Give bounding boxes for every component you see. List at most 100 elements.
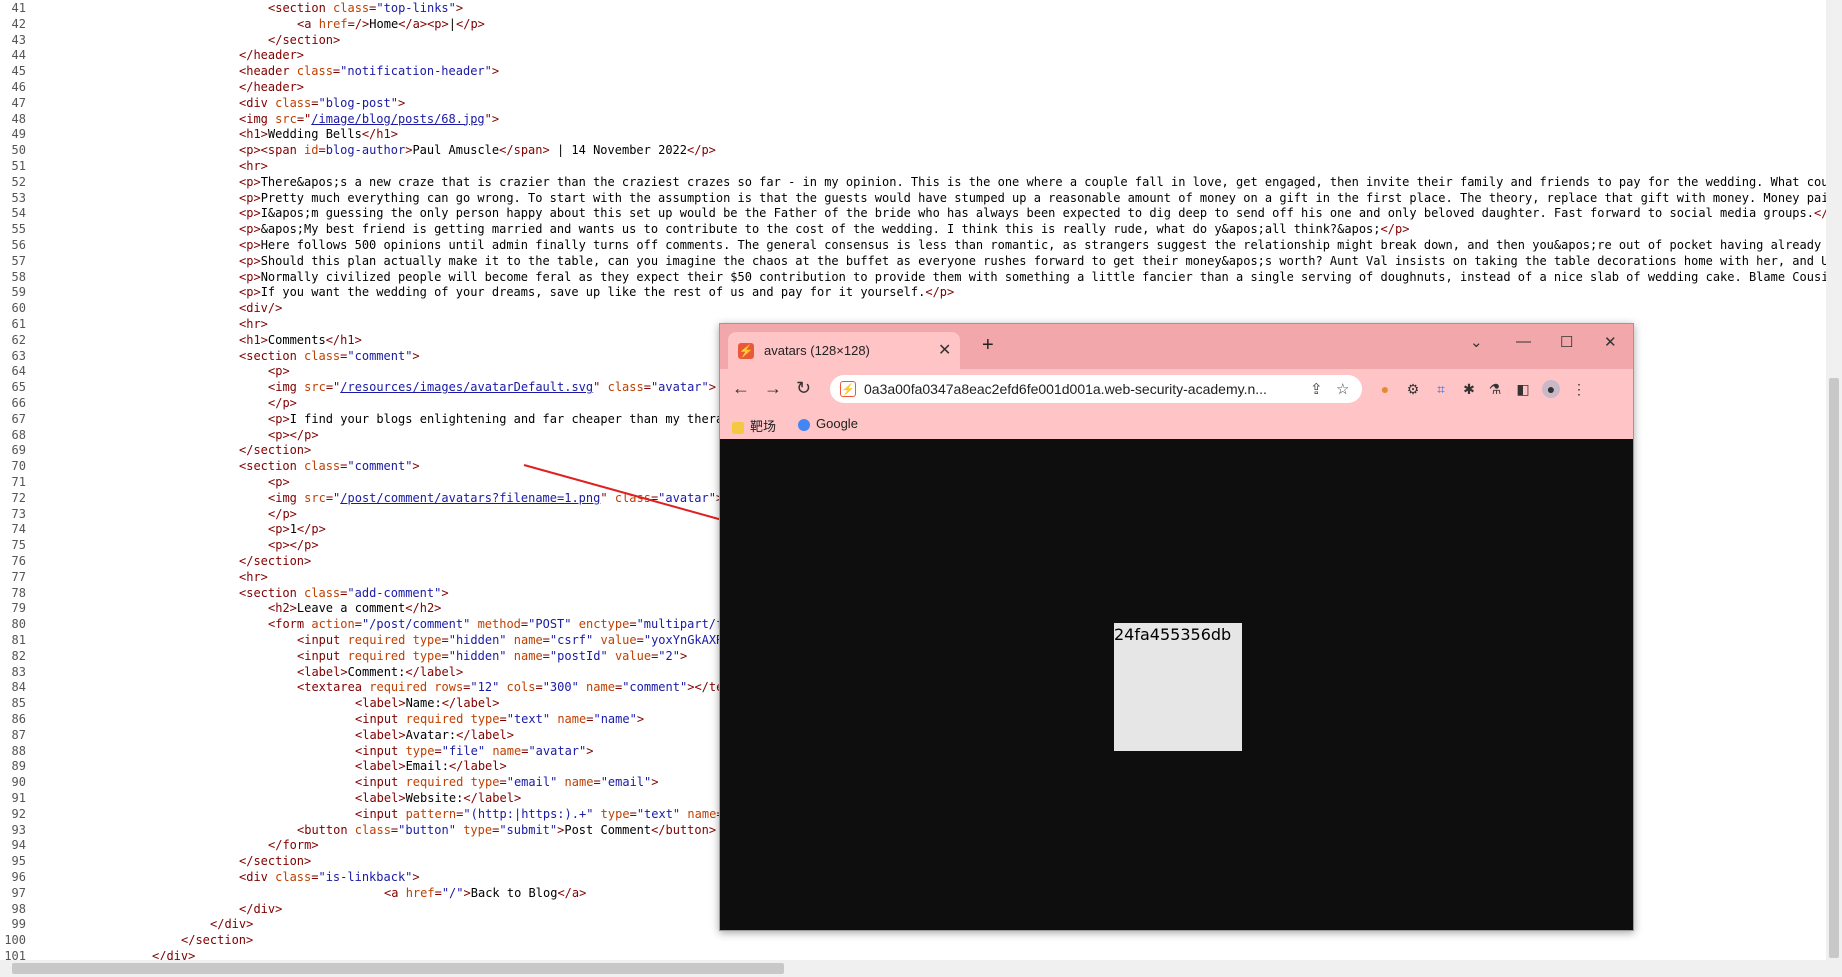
bookmark-folder-range[interactable]: 靶场 — [732, 416, 776, 435]
source-token: Comment: — [347, 664, 406, 679]
source-token: = — [318, 143, 326, 158]
source-token: <label> — [355, 759, 406, 774]
source-line: 42 <a href=/>Home</a><p>|</p> — [0, 17, 485, 32]
source-token: <hr> — [239, 159, 268, 173]
source-token: </p> — [296, 522, 326, 537]
source-line: 58 <p>Normally civilized people will beco… — [0, 270, 1826, 285]
bookmark-google[interactable]: Google — [798, 416, 858, 431]
line-number: 72 — [11, 490, 26, 505]
source-token: </header> — [239, 80, 305, 94]
source-token: class — [304, 348, 341, 363]
source-token: = — [643, 380, 651, 395]
source-token: </h1> — [325, 332, 362, 347]
source-token: "(http:|https:).+" — [463, 806, 594, 821]
source-line: 98 </div> — [0, 901, 283, 917]
reload-button[interactable]: ↻ — [796, 378, 811, 399]
horizontal-scrollbar[interactable] — [0, 960, 1842, 977]
source-token: name — [564, 775, 594, 790]
source-token: =" — [325, 490, 341, 505]
vertical-scrollbar[interactable] — [1826, 0, 1842, 960]
source-token: = — [542, 648, 550, 663]
source-token: <div — [239, 95, 276, 110]
source-line: 66 </p> — [0, 396, 297, 411]
source-token: </section> — [239, 443, 312, 458]
close-window-button[interactable]: ✕ — [1604, 333, 1617, 351]
source-token: <section — [268, 1, 334, 15]
source-token: "top-links" — [376, 1, 456, 15]
site-info-icon[interactable]: ⚡ — [840, 381, 856, 397]
bookmark-star-icon[interactable]: ☆ — [1336, 380, 1349, 398]
source-line: 64 <p> — [0, 364, 290, 379]
source-line: 94 </form> — [0, 838, 319, 853]
source-token: =" — [296, 111, 312, 126]
share-icon[interactable]: ⇪ — [1310, 380, 1323, 398]
line-number: 66 — [11, 396, 26, 410]
source-token: "email" — [506, 775, 558, 790]
line-number: 87 — [11, 727, 26, 742]
source-token: > — [586, 743, 594, 758]
tab-search-icon[interactable]: ⌄ — [1470, 333, 1483, 351]
source-line: 53 <p>Pretty much everything can go wrong… — [0, 191, 1826, 206]
source-token: </p> — [456, 16, 485, 31]
horizontal-scroll-thumb[interactable] — [12, 963, 784, 974]
source-token: </section> — [239, 554, 312, 568]
source-token: "text" — [506, 712, 551, 726]
source-token: Leave a comment — [296, 601, 406, 616]
line-number: 43 — [11, 32, 26, 47]
back-button[interactable]: ← — [732, 378, 750, 399]
source-link[interactable]: /resources/images/avatarDefault.svg — [340, 380, 593, 394]
browser-toolbar: ← → ↻ ⚡ 0a3a00fa0347a8eac2efd6fe001d001a… — [720, 369, 1633, 409]
side-panel-icon[interactable]: ◧ — [1514, 380, 1532, 398]
source-token: "2" — [658, 648, 680, 663]
avatar-image-text: 24fa455356db — [1114, 625, 1232, 644]
line-number: 78 — [11, 585, 26, 600]
source-line: 77 <hr> — [0, 570, 268, 585]
source-token: <input — [297, 633, 348, 647]
address-bar[interactable]: ⚡ 0a3a00fa0347a8eac2efd6fe001d001a.web-s… — [830, 375, 1362, 403]
source-token: required type — [405, 775, 500, 790]
source-line: 50 <p><span id=blog-author>Paul Amuscle</… — [0, 143, 716, 158]
menu-kebab-icon[interactable]: ⋮ — [1570, 380, 1588, 398]
minimize-button[interactable]: — — [1516, 333, 1531, 350]
source-line: 51 <hr> — [0, 159, 268, 174]
source-link[interactable]: /image/blog/posts/68.jpg — [311, 112, 484, 126]
source-token: "comment" — [622, 680, 688, 695]
source-line: 52 <p>There&apos;s a new craze that is cr… — [0, 175, 1826, 190]
source-link[interactable]: /post/comment/avatars?filename=1.png — [340, 491, 600, 505]
line-number: 97 — [11, 885, 26, 900]
new-tab-button[interactable]: + — [982, 334, 994, 357]
source-line: 41 <section class="top-links"> — [0, 1, 464, 16]
extensions-puzzle-icon[interactable]: ✱ — [1460, 380, 1478, 398]
source-token: Back to Blog — [470, 885, 558, 900]
tab-title: avatars (128×128) — [764, 343, 870, 358]
lab-favicon-icon: ⚡ — [738, 343, 754, 359]
line-number: 96 — [11, 870, 26, 884]
labs-flask-icon[interactable]: ⚗ — [1486, 380, 1504, 398]
line-number: 48 — [11, 111, 26, 126]
extension-color-icon[interactable]: ● — [1376, 380, 1394, 398]
tab-close-icon[interactable]: ✕ — [938, 340, 951, 360]
source-token: = — [499, 712, 507, 726]
extension-gear-icon[interactable]: ⚙ — [1404, 380, 1422, 398]
extension-crop-icon[interactable]: ⌗ — [1432, 380, 1450, 398]
source-token: </header> — [239, 48, 305, 63]
url-text[interactable]: 0a3a00fa0347a8eac2efd6fe001d001a.web-sec… — [864, 381, 1267, 397]
source-token: <section — [239, 348, 305, 363]
line-number: 64 — [11, 364, 26, 379]
maximize-button[interactable]: ☐ — [1560, 333, 1573, 351]
browser-tab[interactable]: ⚡ avatars (128×128) ✕ — [728, 332, 960, 369]
line-number: 98 — [11, 901, 26, 916]
profile-avatar-icon[interactable]: ● — [1542, 380, 1560, 398]
source-token: There&apos;s a new craze that is crazier… — [260, 174, 1826, 189]
source-token: src — [304, 490, 326, 505]
source-token: type — [405, 743, 435, 758]
line-number: 73 — [11, 506, 26, 521]
source-token: = — [441, 633, 449, 647]
forward-button[interactable]: → — [764, 378, 782, 399]
line-number: 57 — [11, 253, 26, 268]
source-token: &apos;My best friend is getting married … — [260, 222, 1381, 237]
line-number: 56 — [11, 238, 26, 252]
source-token: pattern — [405, 806, 457, 821]
line-number: 61 — [11, 317, 26, 331]
vertical-scroll-thumb[interactable] — [1829, 378, 1839, 958]
